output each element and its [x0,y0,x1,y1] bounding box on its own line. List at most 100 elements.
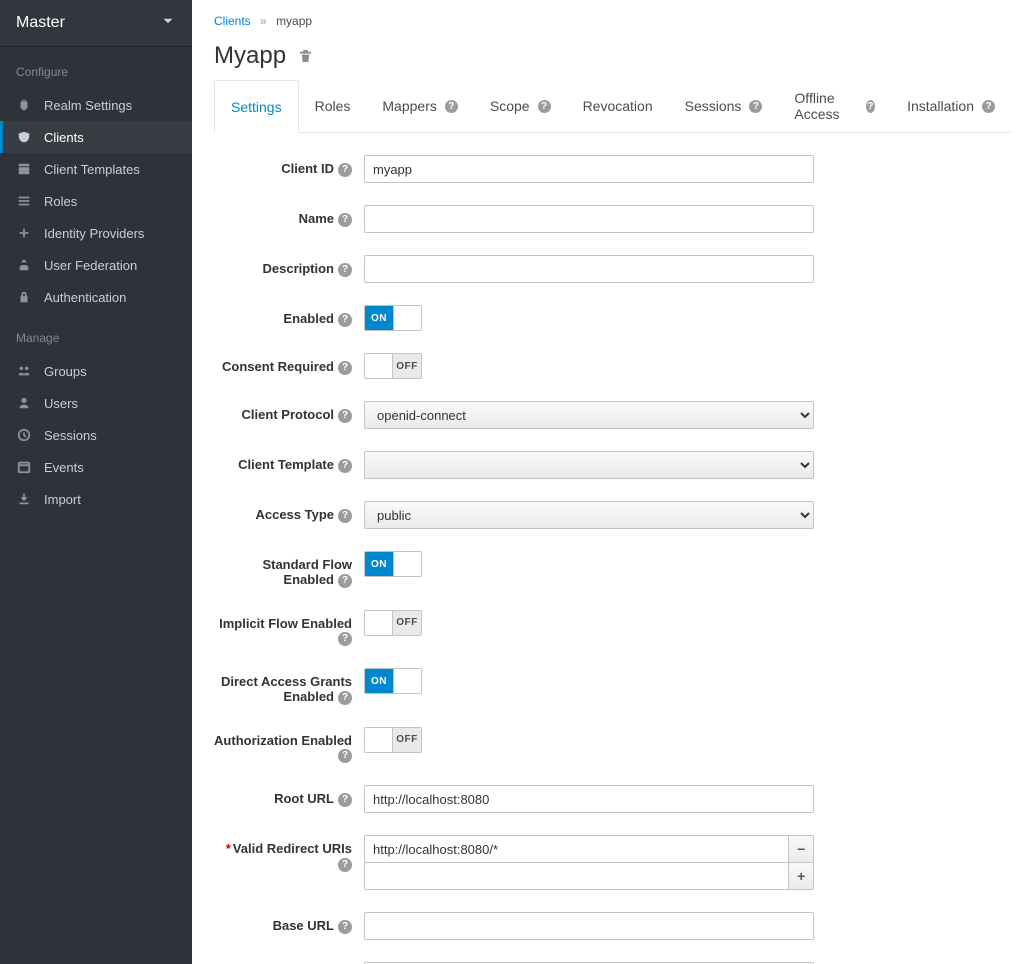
identity-providers-icon [16,225,32,241]
help-icon[interactable]: ? [338,313,352,327]
valid-redirect-input-0[interactable] [364,835,789,863]
realm-selector[interactable]: Master [0,0,192,47]
remove-redirect-button[interactable]: − [789,835,814,863]
access-type-select[interactable]: public [364,501,814,529]
row-implicit-flow: Implicit Flow Enabled? OFF [214,610,1011,647]
row-standard-flow: Standard Flow Enabled? ON [214,551,1011,588]
sidebar-item-label: Import [44,492,81,507]
help-icon[interactable]: ? [338,632,352,646]
help-icon[interactable]: ? [445,100,458,113]
tab-label: Scope [490,98,530,114]
root-url-input[interactable] [364,785,814,813]
sidebar-item-sessions[interactable]: Sessions [0,419,192,451]
sidebar-item-label: User Federation [44,258,137,273]
realm-settings-icon [16,97,32,113]
description-input[interactable] [364,255,814,283]
tab-roles[interactable]: Roles [299,80,367,132]
sidebar-item-label: Groups [44,364,87,379]
tab-offline-access[interactable]: Offline Access? [778,80,891,132]
help-icon[interactable]: ? [338,574,352,588]
delete-icon[interactable] [298,42,313,70]
sidebar-item-label: Identity Providers [44,226,144,241]
sidebar-item-identity-providers[interactable]: Identity Providers [0,217,192,249]
help-icon[interactable]: ? [338,793,352,807]
row-root-url: Root URL? [214,785,1011,813]
tab-label: Roles [315,98,351,114]
help-icon[interactable]: ? [866,100,875,113]
row-client-id: Client ID? [214,155,1011,183]
row-client-template: Client Template? [214,451,1011,479]
breadcrumb: Clients » myapp [214,14,1011,28]
sidebar-item-label: Realm Settings [44,98,132,113]
add-redirect-button[interactable]: + [789,862,814,890]
nav-configure: Realm Settings Clients Client Templates Rol… [0,89,192,313]
help-icon[interactable]: ? [338,858,352,872]
consent-required-toggle[interactable]: OFF [364,353,422,379]
section-label-manage: Manage [0,313,192,355]
base-url-input[interactable] [364,912,814,940]
label-client-template: Client Template [238,457,334,472]
label-authorization: Authorization Enabled [214,733,352,748]
help-icon[interactable]: ? [338,361,352,375]
row-access-type: Access Type? public [214,501,1011,529]
sidebar-item-label: Events [44,460,84,475]
sidebar-item-roles[interactable]: Roles [0,185,192,217]
page-title: Myapp [214,42,1011,70]
sidebar-item-groups[interactable]: Groups [0,355,192,387]
help-icon[interactable]: ? [538,100,551,113]
sidebar-item-label: Client Templates [44,162,140,177]
valid-redirect-input-new[interactable] [364,862,789,890]
row-authorization: Authorization Enabled? OFF [214,727,1011,764]
main: Clients » myapp Myapp Settings Roles Mappe… [192,0,1033,964]
help-icon[interactable]: ? [338,920,352,934]
label-base-url: Base URL [273,918,334,933]
tab-revocation[interactable]: Revocation [567,80,669,132]
help-icon[interactable]: ? [338,509,352,523]
label-root-url: Root URL [274,791,334,806]
help-icon[interactable]: ? [338,263,352,277]
client-protocol-select[interactable]: openid-connect [364,401,814,429]
client-id-input[interactable] [364,155,814,183]
label-implicit-flow: Implicit Flow Enabled [219,616,352,631]
enabled-toggle[interactable]: ON [364,305,422,331]
sidebar-item-realm-settings[interactable]: Realm Settings [0,89,192,121]
help-icon[interactable]: ? [338,163,352,177]
label-client-protocol: Client Protocol [242,407,334,422]
authorization-toggle[interactable]: OFF [364,727,422,753]
direct-access-toggle[interactable]: ON [364,668,422,694]
client-template-select[interactable] [364,451,814,479]
label-consent-required: Consent Required [222,359,334,374]
tab-scope[interactable]: Scope? [474,80,567,132]
import-icon [16,491,32,507]
sidebar-item-label: Users [44,396,78,411]
tab-settings[interactable]: Settings [214,80,299,133]
help-icon[interactable]: ? [338,213,352,227]
standard-flow-toggle[interactable]: ON [364,551,422,577]
tab-mappers[interactable]: Mappers? [366,80,473,132]
sidebar-item-authentication[interactable]: Authentication [0,281,192,313]
help-icon[interactable]: ? [338,749,352,763]
sidebar-item-client-templates[interactable]: Client Templates [0,153,192,185]
help-icon[interactable]: ? [982,100,995,113]
name-input[interactable] [364,205,814,233]
sidebar-item-users[interactable]: Users [0,387,192,419]
tab-installation[interactable]: Installation? [891,80,1011,132]
sidebar-item-import[interactable]: Import [0,483,192,515]
row-base-url: Base URL? [214,912,1011,940]
sidebar-item-events[interactable]: Events [0,451,192,483]
row-description: Description? [214,255,1011,283]
sidebar-item-user-federation[interactable]: User Federation [0,249,192,281]
roles-icon [16,193,32,209]
sidebar-item-clients[interactable]: Clients [0,121,192,153]
tab-sessions[interactable]: Sessions? [669,80,779,132]
help-icon[interactable]: ? [338,691,352,705]
nav-manage: Groups Users Sessions Events Import [0,355,192,515]
help-icon[interactable]: ? [749,100,762,113]
help-icon[interactable]: ? [338,409,352,423]
implicit-flow-toggle[interactable]: OFF [364,610,422,636]
sidebar: Master Configure Realm SettingsClientsCl… [0,0,192,964]
breadcrumb-root[interactable]: Clients [214,14,251,28]
help-icon[interactable]: ? [338,459,352,473]
realm-name: Master [16,14,65,32]
page-title-text: Myapp [214,42,286,70]
